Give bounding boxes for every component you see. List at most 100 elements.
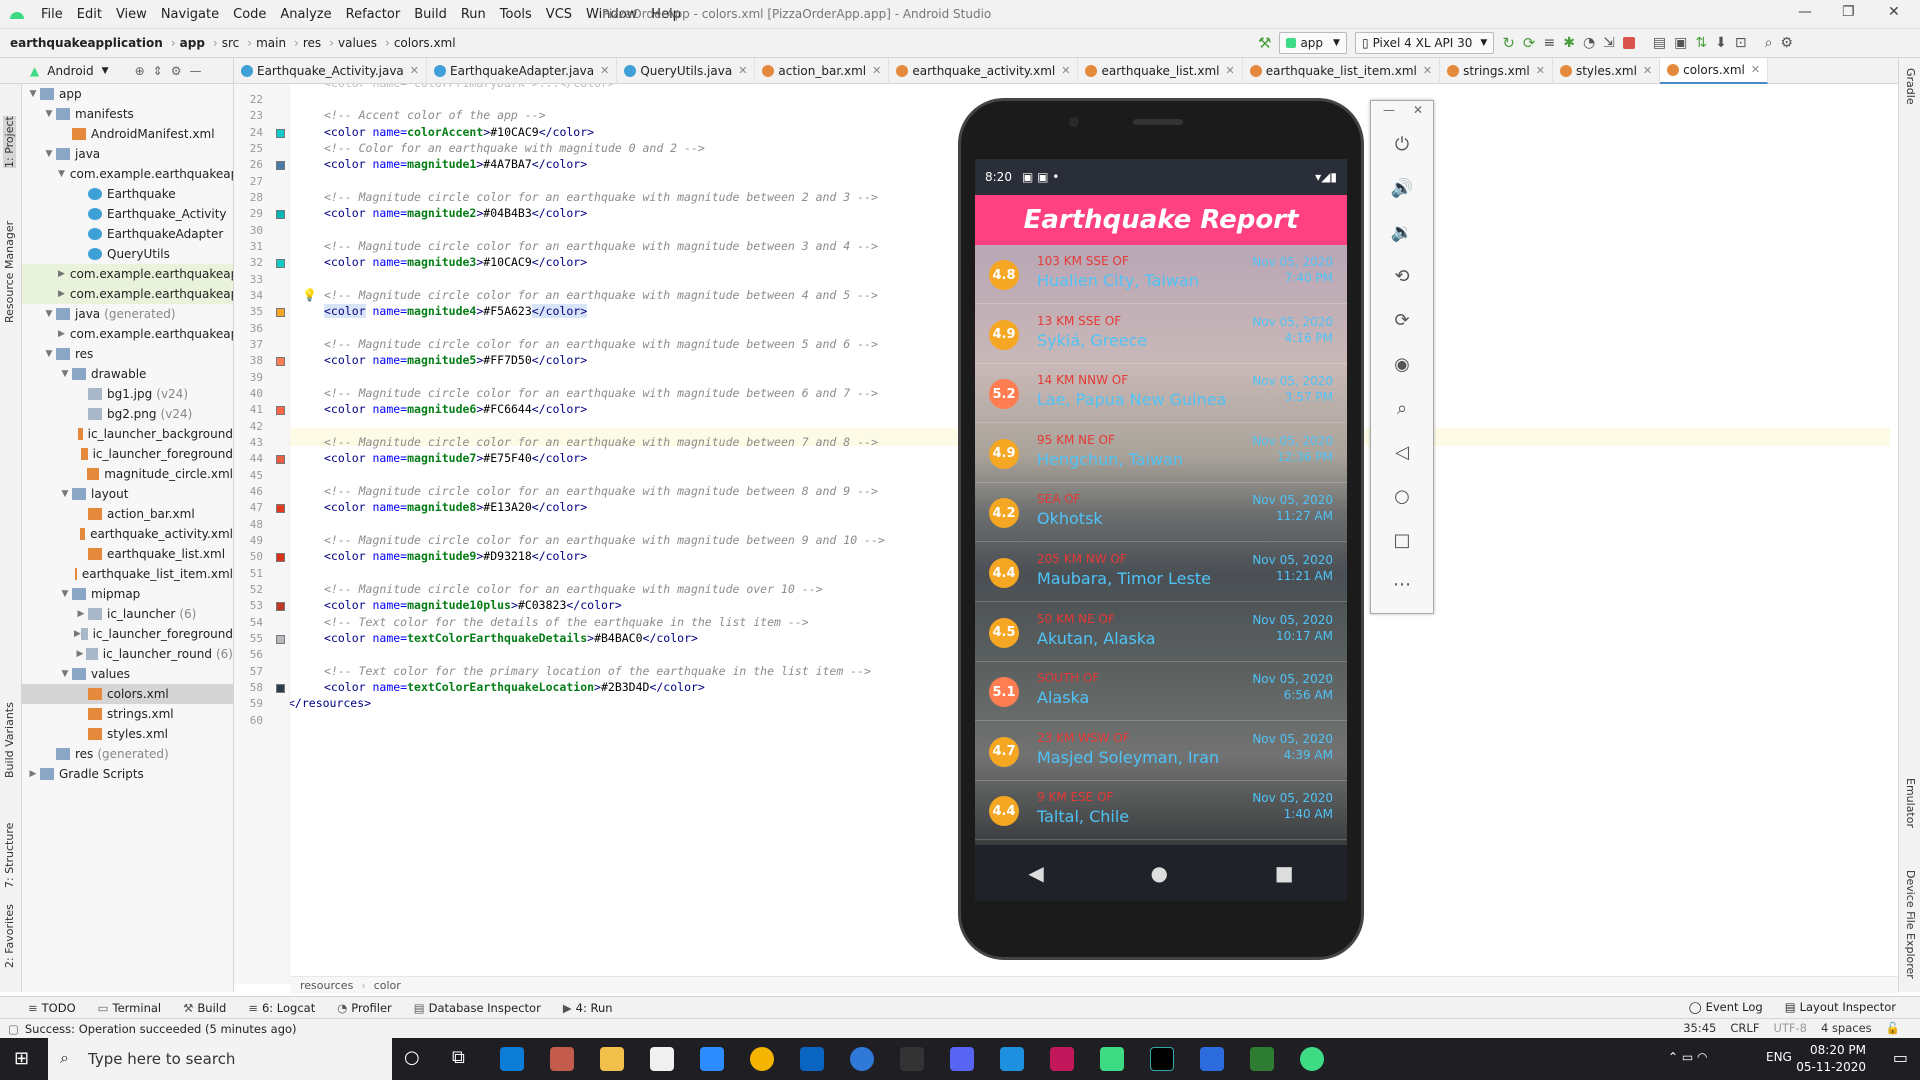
color-swatch-icon[interactable]	[276, 161, 285, 171]
tree-item[interactable]: ▶ com.example.earthquakeapplication	[22, 284, 233, 304]
tree-item[interactable]: ▼ java	[22, 144, 233, 164]
earthquake-list-item[interactable]: 5.2 14 KM NNW OF Lae, Papua New Guinea Nov …	[975, 364, 1347, 424]
search-icon[interactable]: ⌕	[1765, 35, 1773, 51]
breadcrumb-item[interactable]: src	[222, 36, 240, 50]
menu-item-build[interactable]: Build	[407, 7, 454, 22]
earthquake-list-item[interactable]: 4.7 23 KM WSW OF Masjed Soleyman, Iran Nov …	[975, 722, 1347, 781]
breadcrumb-item[interactable]: earthquakeapplication	[10, 36, 163, 50]
color-swatch-icon[interactable]	[276, 504, 285, 514]
home-icon[interactable]: ○	[1389, 483, 1415, 509]
earthquake-list-item[interactable]: 4.4 9 KM ESE OF Taltal, Chile Nov 05, 2020 1…	[975, 781, 1347, 841]
taskbar-search-box[interactable]: ⌕ Type here to search	[48, 1038, 392, 1080]
tree-item[interactable]: colors.xml	[22, 684, 233, 704]
more-icon[interactable]: ⋯	[1389, 571, 1415, 597]
tab-strings-xml[interactable]: strings.xml ✕	[1440, 57, 1553, 84]
cursor-position[interactable]: 35:45	[1683, 1021, 1716, 1035]
volume-down-icon[interactable]: 🔉	[1389, 219, 1415, 245]
tab-action-bar-xml[interactable]: action_bar.xml ✕	[755, 57, 890, 84]
lightbulb-icon[interactable]: 💡	[302, 288, 317, 302]
earthquake-list-item[interactable]: 4.4 205 KM NW OF Maubara, Timor Leste Nov 0…	[975, 543, 1347, 602]
taskbar-clock[interactable]: 08:20 PM 05-11-2020	[1796, 1042, 1866, 1076]
project-structure-icon[interactable]: ▤	[1653, 35, 1666, 51]
collapsed-arrow-icon[interactable]: ▶	[58, 269, 65, 279]
tree-item[interactable]: strings.xml	[22, 704, 233, 724]
tab-favorites[interactable]: 2: Favorites	[3, 904, 16, 968]
menu-item-analyze[interactable]: Analyze	[273, 7, 338, 22]
breadcrumb-item[interactable]: app	[180, 36, 205, 50]
app-icon[interactable]	[1200, 1047, 1224, 1071]
rotate-right-icon[interactable]: ⟳	[1389, 307, 1415, 333]
tab-resource-manager[interactable]: Resource Manager	[3, 221, 16, 323]
rotate-left-icon[interactable]: ⟲	[1389, 263, 1415, 289]
color-swatch-icon[interactable]	[276, 357, 285, 367]
minimize-button[interactable]: —	[1798, 4, 1812, 20]
recents-icon[interactable]: ■	[1275, 861, 1294, 885]
back-icon[interactable]: ◁	[1389, 439, 1415, 465]
tree-item[interactable]: ▼ com.example.earthquakeapplication	[22, 164, 233, 184]
expanded-arrow-icon[interactable]: ▼	[42, 349, 56, 359]
tree-item[interactable]: ▼ manifests	[22, 104, 233, 124]
earthquake-list-item[interactable]: 4.5 50 KM NE OF Akutan, Alaska Nov 05, 2020…	[975, 603, 1347, 662]
volume-up-icon[interactable]: 🔊	[1389, 175, 1415, 201]
expanded-arrow-icon[interactable]: ▼	[26, 89, 40, 99]
expanded-arrow-icon[interactable]: ▼	[42, 109, 56, 119]
breadcrumb-item[interactable]: res	[303, 36, 321, 50]
breadcrumb-item[interactable]: colors.xml	[394, 36, 456, 50]
app-icon[interactable]	[850, 1047, 874, 1071]
earthquake-list-item[interactable]: 4.2 SEA OF Okhotsk Nov 05, 2020 11:27 AM	[975, 483, 1347, 543]
crumb-color[interactable]: color	[374, 979, 401, 992]
tool-tab-terminal[interactable]: ▭ Terminal	[98, 1001, 161, 1015]
expanded-arrow-icon[interactable]: ▼	[58, 369, 72, 379]
store-icon[interactable]	[650, 1047, 674, 1071]
tab-emulator[interactable]: Emulator	[1904, 778, 1917, 828]
screenshot-icon[interactable]: ◉	[1389, 351, 1415, 377]
tree-item[interactable]: ▼ layout	[22, 484, 233, 504]
menu-item-run[interactable]: Run	[454, 7, 493, 22]
tab-colors-xml[interactable]: colors.xml ✕	[1660, 57, 1769, 84]
project-view-select[interactable]: Android	[47, 64, 93, 78]
close-tab-icon[interactable]: ✕	[600, 64, 609, 77]
collapse-icon[interactable]: ⇕	[153, 64, 163, 78]
back-icon[interactable]: ◀	[1028, 861, 1043, 885]
apply-changes-icon[interactable]: ⟳	[1523, 34, 1536, 52]
settings-icon[interactable]: ⚙	[1780, 35, 1793, 51]
maximize-button[interactable]: ❐	[1842, 4, 1855, 20]
tab-gradle[interactable]: Gradle	[1904, 68, 1917, 105]
indent-setting[interactable]: 4 spaces	[1821, 1021, 1872, 1035]
collapsed-arrow-icon[interactable]: ▶	[58, 289, 65, 299]
color-swatch-icon[interactable]	[276, 455, 285, 465]
sync-gradle-icon[interactable]: ⇅	[1695, 35, 1707, 51]
zoom-icon[interactable]: ⌕	[1389, 395, 1415, 421]
tree-item[interactable]: ▼ java (generated)	[22, 304, 233, 324]
tree-item[interactable]: Earthquake	[22, 184, 233, 204]
app-icon[interactable]	[1250, 1047, 1274, 1071]
menu-item-view[interactable]: View	[109, 7, 154, 22]
color-swatch-icon[interactable]	[276, 308, 285, 318]
status-message[interactable]: Success: Operation succeeded (5 minutes …	[25, 1022, 297, 1036]
collapsed-arrow-icon[interactable]: ▶	[58, 329, 65, 339]
tree-item[interactable]: ic_launcher_foreground	[22, 444, 233, 464]
app-icon[interactable]	[1050, 1047, 1074, 1071]
close-tab-icon[interactable]: ✕	[872, 64, 881, 77]
breadcrumb-item[interactable]: main	[256, 36, 286, 50]
task-view-icon[interactable]: ⧉	[452, 1047, 465, 1068]
tree-item[interactable]: ▼ drawable	[22, 364, 233, 384]
close-tab-icon[interactable]: ✕	[1423, 64, 1432, 77]
cortana-icon[interactable]: ○	[404, 1047, 420, 1068]
menu-item-navigate[interactable]: Navigate	[154, 7, 226, 22]
close-tab-icon[interactable]: ✕	[1643, 64, 1652, 77]
home-icon[interactable]: ●	[1151, 861, 1168, 885]
tree-item[interactable]: ic_launcher_background	[22, 424, 233, 444]
notifications-icon[interactable]: ▭	[1893, 1048, 1908, 1067]
device-select[interactable]: ▯ Pixel 4 XL API 30 ▼	[1354, 32, 1495, 54]
tree-item[interactable]: ▼ values	[22, 664, 233, 684]
tree-item[interactable]: ▶ ic_launcher_foreground	[22, 624, 233, 644]
close-tab-icon[interactable]: ✕	[738, 64, 747, 77]
tree-item[interactable]: earthquake_list.xml	[22, 544, 233, 564]
webstorm-icon[interactable]	[1150, 1047, 1174, 1071]
tree-item[interactable]: ▼ mipmap	[22, 584, 233, 604]
rerun-icon[interactable]: ↻	[1502, 34, 1515, 52]
crumb-resources[interactable]: resources	[300, 979, 353, 992]
tab-earthquake-list-xml[interactable]: earthquake_list.xml ✕	[1078, 57, 1243, 84]
minimize-emulator-button[interactable]: —	[1383, 103, 1395, 117]
